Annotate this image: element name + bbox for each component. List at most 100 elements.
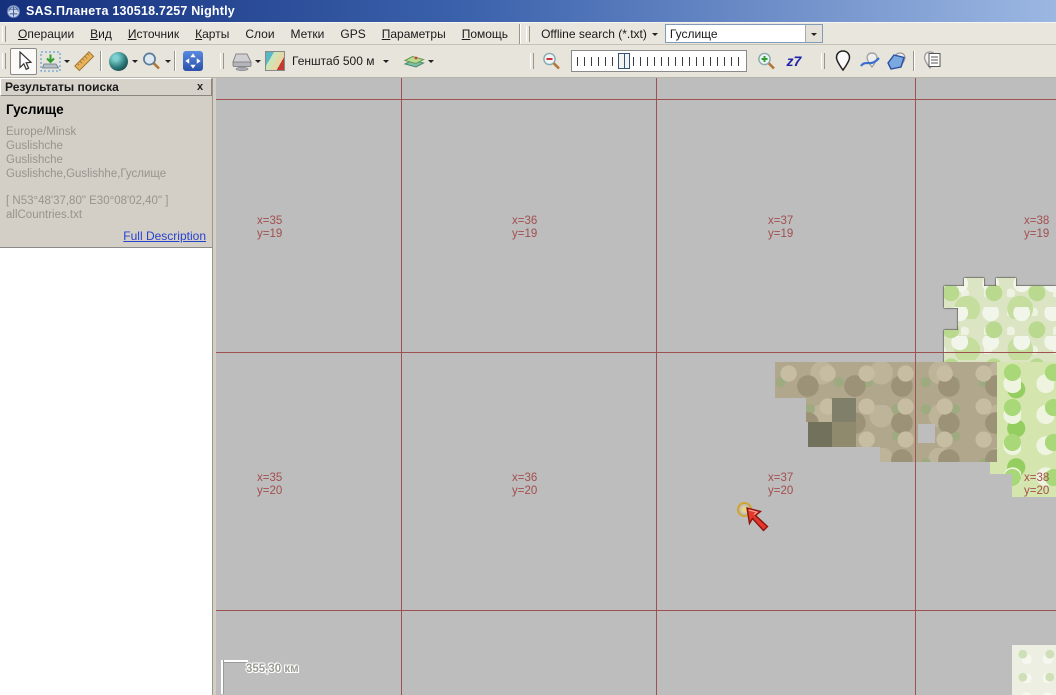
tile-grid-line bbox=[216, 610, 1056, 611]
menu-view[interactable]: Вид bbox=[82, 24, 120, 44]
app-window: SAS.Планета 130518.7257 Nightly Операции… bbox=[0, 0, 1056, 695]
fullscreen-button[interactable] bbox=[179, 48, 206, 75]
chevron-down-icon bbox=[383, 60, 389, 66]
toolbar-grip[interactable] bbox=[530, 53, 534, 69]
path-pin-icon bbox=[860, 49, 880, 73]
search-mode-dropdown[interactable]: Offline search (*.txt) bbox=[534, 24, 665, 44]
menu-source[interactable]: Источник bbox=[120, 24, 187, 44]
titlebar: SAS.Планета 130518.7257 Nightly bbox=[0, 0, 1056, 22]
fullscreen-icon bbox=[183, 51, 203, 71]
chevron-down-icon bbox=[811, 33, 817, 39]
scale-indicator: 355,30 км bbox=[221, 660, 341, 695]
tile-label: x=38y=20 bbox=[1024, 472, 1049, 497]
toolbar-grip[interactable] bbox=[821, 53, 825, 69]
separator bbox=[519, 24, 521, 44]
search-mode-label: Offline search (*.txt) bbox=[541, 27, 647, 41]
main-toolbar: Генштаб 500 м bbox=[0, 45, 1056, 78]
separator bbox=[913, 51, 915, 71]
selection-download-icon bbox=[40, 51, 61, 72]
cache-drive-icon bbox=[230, 51, 254, 72]
map-missing-tile bbox=[918, 424, 935, 443]
menu-placemarks[interactable]: Метки bbox=[283, 24, 333, 44]
map-source-button[interactable] bbox=[105, 48, 132, 75]
map-viewport[interactable]: x=35y=19 x=36y=19 x=37y=19 x=38y=19 x=35… bbox=[216, 78, 1056, 695]
tile-grid-line bbox=[216, 99, 1056, 100]
tile-label: x=38y=19 bbox=[1024, 215, 1049, 240]
select-tool-button[interactable] bbox=[10, 48, 37, 75]
chevron-down-icon[interactable] bbox=[428, 60, 434, 66]
add-polygon-button[interactable] bbox=[883, 48, 910, 75]
result-name: Гуслище bbox=[6, 102, 206, 117]
polygon-pin-icon bbox=[886, 49, 908, 73]
add-path-button[interactable] bbox=[856, 48, 883, 75]
layers-button[interactable] bbox=[401, 48, 428, 75]
panel-title: Результаты поиска bbox=[5, 80, 193, 94]
placemark-pin-icon bbox=[833, 49, 853, 73]
placemark-manager-button[interactable] bbox=[918, 48, 945, 75]
layers-icon bbox=[403, 51, 426, 71]
scale-bracket bbox=[221, 660, 248, 662]
placemark-list-icon bbox=[921, 49, 943, 73]
tile-label: x=36y=19 bbox=[512, 215, 537, 240]
zoom-in-icon bbox=[756, 51, 777, 72]
toolbar-grip[interactable] bbox=[526, 26, 530, 42]
tile-grid-line bbox=[915, 78, 916, 695]
search-engine-button[interactable] bbox=[138, 48, 165, 75]
search-results-panel: Результаты поиска x Гуслище Europe/Minsk… bbox=[0, 78, 213, 695]
map-imagery-dark-tile bbox=[832, 398, 856, 422]
add-placemark-button[interactable] bbox=[829, 48, 856, 75]
menu-operations[interactable]: Операции bbox=[10, 24, 82, 44]
zoom-out-icon bbox=[541, 51, 562, 72]
cache-mode-button[interactable] bbox=[228, 48, 255, 75]
menu-bar: Операции Вид Источник Карты Слои Метки G… bbox=[0, 22, 1056, 45]
chevron-down-icon[interactable] bbox=[165, 60, 171, 66]
menu-layers[interactable]: Слои bbox=[237, 24, 282, 44]
zoom-out-button[interactable] bbox=[538, 48, 565, 75]
zoom-slider-thumb[interactable] bbox=[618, 53, 630, 69]
map-imagery-dark-tile bbox=[808, 422, 832, 447]
menu-maps[interactable]: Карты bbox=[187, 24, 237, 44]
toolbar-grip[interactable] bbox=[220, 53, 224, 69]
tile-label: x=35y=19 bbox=[257, 215, 282, 240]
scale-bracket bbox=[221, 660, 223, 694]
app-icon bbox=[6, 4, 21, 19]
separator bbox=[174, 51, 176, 71]
map-type-button[interactable]: Генштаб 500 м bbox=[261, 48, 393, 75]
map-type-label: Генштаб 500 м bbox=[290, 54, 378, 68]
result-region: Europe/Minsk bbox=[6, 125, 206, 139]
tile-label: x=35y=20 bbox=[257, 472, 282, 497]
result-alt-name: Guslishche bbox=[6, 153, 206, 167]
magnifier-icon bbox=[141, 51, 162, 72]
result-alt-name: Guslishche bbox=[6, 139, 206, 153]
cursor-arrow-icon bbox=[14, 51, 34, 71]
selection-manager-button[interactable] bbox=[37, 48, 64, 75]
zoom-slider-ticks bbox=[577, 57, 741, 66]
search-combobox[interactable]: Гуслище bbox=[665, 24, 823, 43]
search-result-item[interactable]: Гуслище Europe/Minsk Guslishche Guslishc… bbox=[0, 96, 212, 248]
search-input[interactable]: Гуслище bbox=[666, 25, 805, 42]
map-imagery-satellite bbox=[775, 362, 997, 462]
zoom-in-button[interactable] bbox=[753, 48, 780, 75]
full-description-link[interactable]: Full Description bbox=[6, 229, 206, 243]
close-icon[interactable]: x bbox=[193, 81, 207, 94]
search-result-marker-icon[interactable] bbox=[743, 504, 771, 533]
zoom-slider[interactable] bbox=[571, 50, 747, 72]
main-area: Результаты поиска x Гуслище Europe/Minsk… bbox=[0, 78, 1056, 695]
toolbar-grip[interactable] bbox=[2, 53, 6, 69]
menu-gps[interactable]: GPS bbox=[332, 24, 373, 44]
result-alt-name: Guslishche,Guslishhe,Гуслище bbox=[6, 167, 206, 181]
globe-icon bbox=[109, 52, 128, 71]
separator bbox=[100, 51, 102, 71]
tile-label: x=37y=20 bbox=[768, 472, 793, 497]
chevron-down-icon bbox=[652, 33, 658, 39]
ruler-tool-button[interactable] bbox=[70, 48, 97, 75]
scale-label: 355,30 км bbox=[246, 663, 299, 675]
combobox-dropdown-button[interactable] bbox=[805, 25, 822, 42]
map-preview-icon bbox=[265, 51, 285, 71]
tile-grid-line bbox=[401, 78, 402, 695]
toolbar-grip[interactable] bbox=[2, 26, 6, 42]
tile-label: x=37y=19 bbox=[768, 215, 793, 240]
menu-help[interactable]: Помощь bbox=[454, 24, 516, 44]
result-coordinates: [ N53°48'37,80" E30°08'02,40" ] bbox=[6, 194, 206, 208]
menu-settings[interactable]: Параметры bbox=[374, 24, 454, 44]
